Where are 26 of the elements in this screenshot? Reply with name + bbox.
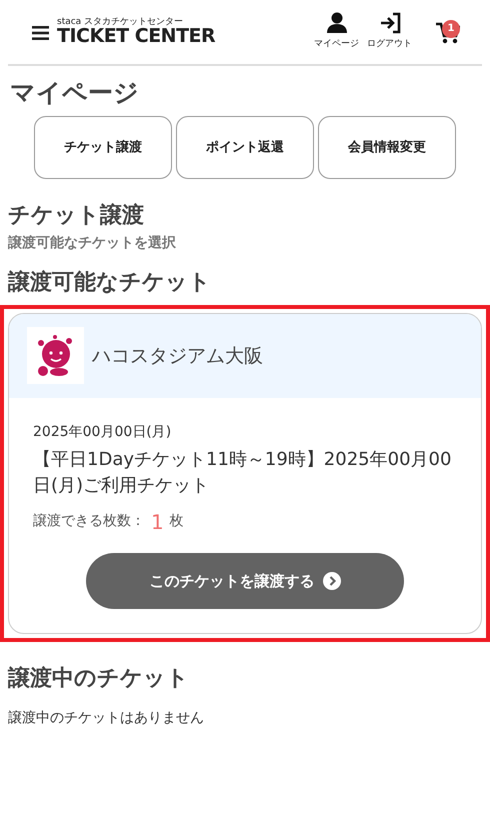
page-title: マイページ (10, 78, 140, 108)
transfer-button[interactable]: このチケットを譲渡する (86, 552, 404, 609)
section-subtitle: 譲渡可能なチケットを選択 (8, 234, 177, 254)
chevron-circle-icon (322, 572, 340, 590)
section-title: チケット譲渡 (8, 203, 145, 230)
nav-link[interactable]: マイページ (314, 12, 359, 52)
cart-button[interactable]: 1 (436, 20, 460, 44)
section-title: 譲渡中のチケット (8, 666, 190, 692)
logout-icon (378, 12, 400, 34)
menu-icon (32, 26, 49, 40)
menu-tab[interactable]: 会員情報変更 (318, 116, 456, 179)
ticket-date: 2025年00月00日(月) (33, 422, 172, 442)
section-title: 譲渡可能なチケット (8, 270, 212, 297)
cart-count-badge: 1 (442, 20, 460, 38)
menu-tab[interactable]: チケット譲渡 (34, 116, 172, 179)
count-unit: 枚 (170, 512, 184, 532)
venue-name: ハコスタジアム大阪 (92, 344, 263, 369)
count-label: 譲渡できる枚数： (33, 512, 145, 532)
ticket-name: 【平日1Dayチケット11時～19時】2025年00月00日(月)ご利用チケット (33, 448, 452, 498)
menu-tab[interactable]: ポイント返還 (176, 116, 314, 179)
logo-text: TICKET CENTER (57, 27, 216, 46)
empty-message: 譲渡中のチケットはありません (8, 709, 205, 728)
user-icon (326, 12, 348, 34)
nav-link[interactable]: ログアウト (367, 12, 412, 52)
logo-tagline: staca スタカチケットセンター (57, 18, 184, 27)
count-value: 1 (151, 508, 164, 536)
